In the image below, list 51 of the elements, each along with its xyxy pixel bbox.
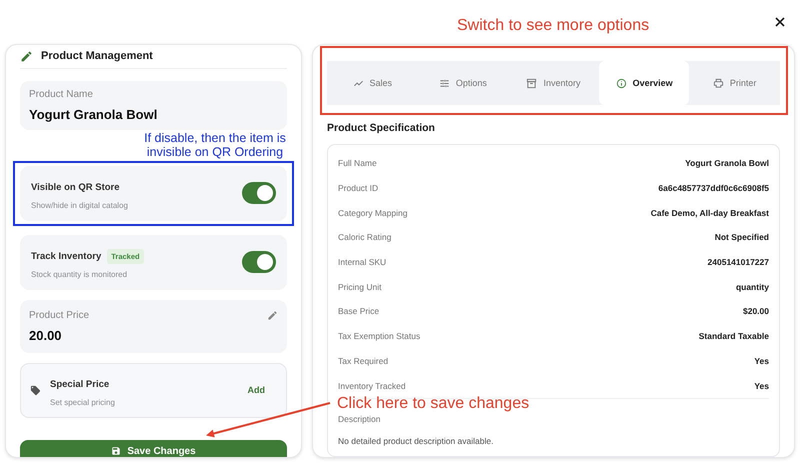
- spec-label: Pricing Unit: [338, 282, 382, 292]
- spec-label: Tax Exemption Status: [338, 331, 420, 342]
- annotation-text: Switch to see more options: [457, 17, 650, 35]
- spec-value: 2405141017227: [708, 257, 769, 268]
- tab[interactable]: Sales: [327, 61, 418, 105]
- toggle-switch[interactable]: [242, 182, 276, 204]
- spec-label: Inventory Tracked: [338, 380, 406, 391]
- setting-title: Track Inventory: [31, 250, 102, 262]
- printer-icon: [712, 78, 724, 88]
- price-field[interactable]: Product Price 20.00: [20, 300, 287, 353]
- spec-value: quantity: [736, 282, 769, 292]
- setting-description: Show/hide in digital catalog: [31, 200, 128, 210]
- toggle-switch[interactable]: [242, 251, 276, 274]
- tab[interactable]: Options: [418, 61, 508, 105]
- tab[interactable]: Overview: [598, 61, 690, 105]
- pencil-icon: [20, 50, 33, 63]
- spec-label: Product ID: [338, 183, 378, 194]
- setting-description: Stock quantity is monitored: [31, 270, 128, 279]
- spec-value: Standard Taxable: [698, 331, 769, 342]
- pencil-icon[interactable]: [267, 310, 278, 321]
- spec-label: Caloric Rating: [338, 232, 392, 242]
- spec-value: $20.00: [743, 306, 769, 316]
- spec-value: 6a6c4857737ddf0c6c6908f5: [658, 183, 769, 194]
- spec-label: Tax Required: [338, 356, 388, 366]
- save-button[interactable]: Save Changes: [20, 440, 287, 457]
- product-name-field[interactable]: Product Name Yogurt Granola Bowl: [20, 80, 287, 130]
- archive-box-icon: [526, 78, 538, 88]
- panel-title: Product Management: [41, 50, 153, 62]
- info-icon: [616, 78, 627, 88]
- tab[interactable]: Printer: [689, 61, 780, 105]
- close-icon[interactable]: [775, 17, 785, 27]
- spec-label: Base Price: [338, 306, 380, 316]
- spec-value: Yes: [754, 380, 769, 391]
- spec-label: Category Mapping: [338, 208, 408, 218]
- spec-label: Internal SKU: [338, 257, 386, 268]
- add-button[interactable]: Add: [236, 381, 277, 400]
- spec-value: Yogurt Granola Bowl: [685, 158, 769, 168]
- tag-icon: [30, 384, 41, 396]
- setting-title: Visible on QR Store: [31, 182, 120, 193]
- spec-value: Cafe Demo, All-day Breakfast: [650, 208, 769, 218]
- description-text: No detailed product description available.: [338, 436, 494, 446]
- tab[interactable]: Inventory: [508, 61, 599, 105]
- section-title: Product Specification: [327, 122, 436, 134]
- spec-label: Full Name: [338, 158, 377, 168]
- setting-description: Set special pricing: [50, 398, 115, 407]
- sliders-icon: [438, 78, 450, 88]
- spec-value: Not Specified: [714, 232, 769, 242]
- setting-title: Special Price: [50, 378, 110, 390]
- annotation-text: If disable, then the item is invisible on QR Ordering: [143, 130, 287, 159]
- annotation-text: Click here to save changes: [337, 395, 530, 413]
- spec-value: Yes: [754, 356, 769, 366]
